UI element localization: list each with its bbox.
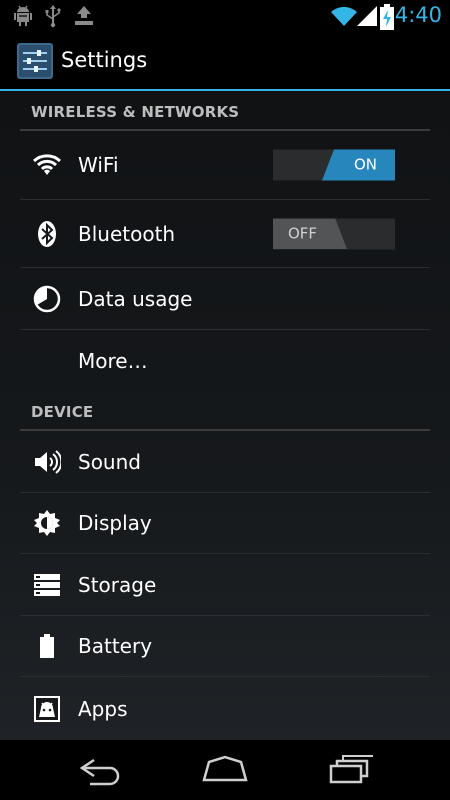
settings-item-data-usage[interactable]: Data usage <box>20 268 430 330</box>
settings-item-battery[interactable]: Battery <box>20 616 430 677</box>
section-header-device: DEVICE <box>20 391 430 431</box>
toggle-state-label: ON <box>353 155 377 174</box>
recent-apps-icon[interactable] <box>325 754 375 786</box>
brightness-icon <box>34 510 60 536</box>
settings-item-bluetooth[interactable]: Bluetooth OFF <box>20 200 430 268</box>
download-icon <box>75 6 93 25</box>
home-icon[interactable] <box>200 754 250 786</box>
settings-item-label: Display <box>78 511 152 535</box>
speaker-icon <box>35 449 61 474</box>
settings-screen: 4:40 Settings WIRELESS & NETWORKS WiFi O… <box>0 0 450 800</box>
toggle-state-label: OFF <box>288 224 318 242</box>
battery-charging-icon <box>380 4 394 30</box>
cell-signal-icon <box>357 6 377 26</box>
settings-app-icon[interactable] <box>17 43 53 79</box>
bluetooth-icon <box>38 220 56 247</box>
settings-item-label: Sound <box>78 449 141 474</box>
section-header-label: WIRELESS & NETWORKS <box>31 103 240 121</box>
apps-icon <box>34 695 60 722</box>
settings-list[interactable]: WIRELESS & NETWORKS WiFi ON Bluetooth OF… <box>0 91 450 740</box>
settings-item-sound[interactable]: Sound <box>20 431 430 493</box>
status-clock: 4:40 <box>394 3 442 27</box>
section-header-label: DEVICE <box>31 403 94 421</box>
storage-icon <box>34 573 60 596</box>
usb-icon <box>45 5 61 28</box>
back-icon[interactable] <box>76 754 126 786</box>
wifi-icon <box>33 154 61 175</box>
settings-item-label: Data usage <box>78 286 193 311</box>
battery-icon <box>40 634 54 658</box>
settings-item-label: Bluetooth <box>78 221 176 246</box>
wifi-signal-icon <box>331 6 357 26</box>
settings-item-label: WiFi <box>78 153 119 177</box>
bluetooth-toggle[interactable]: OFF <box>273 218 395 249</box>
page-title: Settings <box>61 48 148 72</box>
settings-item-wifi[interactable]: WiFi ON <box>20 131 430 200</box>
settings-item-label: Storage <box>78 572 157 597</box>
android-debug-icon <box>14 5 32 26</box>
settings-item-display[interactable]: Display <box>20 493 430 554</box>
wifi-toggle[interactable]: ON <box>273 149 395 181</box>
navigation-bar <box>0 740 450 800</box>
action-bar: Settings <box>0 33 450 89</box>
settings-item-more[interactable]: More… <box>20 330 430 391</box>
settings-item-storage[interactable]: Storage <box>20 554 430 616</box>
data-usage-icon <box>33 285 61 312</box>
settings-item-label: Apps <box>78 696 128 721</box>
settings-item-apps[interactable]: Apps <box>20 677 430 740</box>
settings-item-label: More… <box>78 348 148 373</box>
section-header-wireless: WIRELESS & NETWORKS <box>20 91 430 131</box>
status-bar: 4:40 <box>0 0 450 33</box>
settings-item-label: Battery <box>78 634 153 658</box>
